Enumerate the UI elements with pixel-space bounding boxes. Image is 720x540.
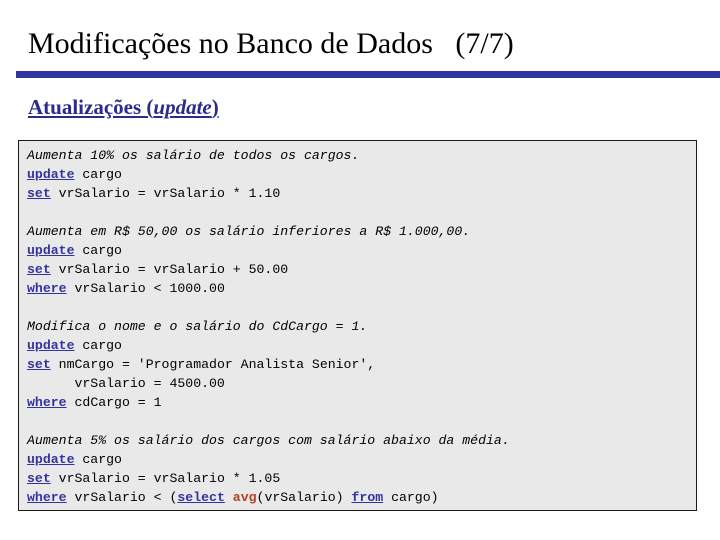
sql-text: cdCargo = 1 xyxy=(66,395,162,410)
sql-keyword: update xyxy=(27,338,75,353)
sql-keyword: where xyxy=(27,281,67,296)
sql-text: vrSalario = vrSalario * 1.10 xyxy=(50,186,281,201)
sql-keyword: where xyxy=(27,395,67,410)
sql-text: vrSalario < ( xyxy=(66,490,178,505)
page-title: Modificações no Banco de Dados (7/7) xyxy=(28,27,514,60)
sql-text: cargo xyxy=(74,452,122,467)
sql-code-line: update cargo xyxy=(27,450,696,469)
sql-comment-line: Aumenta 10% os salário de todos os cargo… xyxy=(27,148,360,163)
sql-code-panel: Aumenta 10% os salário de todos os cargo… xyxy=(18,140,697,511)
subtitle-tail-text: ) xyxy=(211,95,219,119)
sql-code-line: vrSalario = 4500.00 xyxy=(27,374,696,393)
sql-text: (vrSalario) xyxy=(256,490,352,505)
sql-comment-line: Aumenta em R$ 50,00 os salário inferiore… xyxy=(27,224,471,239)
sql-keyword: update xyxy=(27,243,75,258)
sql-keyword: set xyxy=(27,262,51,277)
sql-keyword: from xyxy=(351,490,384,505)
sql-code-line: where cdCargo = 1 xyxy=(27,393,696,412)
sql-text: cargo xyxy=(74,167,122,182)
sql-code-line: update cargo xyxy=(27,165,696,184)
sql-text: nmCargo = 'Programador Analista Senior', xyxy=(50,357,376,372)
sql-code-line: update cargo xyxy=(27,241,696,260)
sql-keyword: set xyxy=(27,357,51,372)
sql-code-line: where vrSalario < (select avg(vrSalario)… xyxy=(27,488,696,507)
sql-statement-block: Aumenta 5% os salário dos cargos com sal… xyxy=(27,431,696,507)
subtitle-text: Atualizações ( xyxy=(28,95,154,119)
sql-code-line: update cargo xyxy=(27,336,696,355)
sql-text: vrSalario < 1000.00 xyxy=(66,281,225,296)
sql-text: vrSalario = vrSalario * 1.05 xyxy=(50,471,281,486)
sql-code-line: where vrSalario < 1000.00 xyxy=(27,279,696,298)
sql-text: cargo) xyxy=(383,490,439,505)
sql-keyword: where xyxy=(27,490,67,505)
sql-statement-block: Aumenta em R$ 50,00 os salário inferiore… xyxy=(27,222,696,298)
sql-comment-line: Aumenta 5% os salário dos cargos com sal… xyxy=(27,433,510,448)
sql-code-line: set vrSalario = vrSalario * 1.10 xyxy=(27,184,696,203)
sql-code-line: set nmCargo = 'Programador Analista Seni… xyxy=(27,355,696,374)
sql-code-line: set vrSalario = vrSalario * 1.05 xyxy=(27,469,696,488)
sql-keyword: select xyxy=(177,490,225,505)
sql-text: vrSalario = 4500.00 xyxy=(27,376,225,391)
subtitle-italic-text: update xyxy=(153,95,212,119)
sql-text: cargo xyxy=(74,338,122,353)
sql-text: vrSalario = vrSalario + 50.00 xyxy=(50,262,289,277)
sql-statement-block: Aumenta 10% os salário de todos os cargo… xyxy=(27,146,696,203)
section-subtitle: Atualizações (update) xyxy=(28,95,219,120)
sql-code-line: set vrSalario = vrSalario + 50.00 xyxy=(27,260,696,279)
sql-statement-block: Modifica o nome e o salário do CdCargo =… xyxy=(27,317,696,412)
title-divider xyxy=(16,71,720,78)
sql-keyword: set xyxy=(27,471,51,486)
sql-code-body: Aumenta 10% os salário de todos os cargo… xyxy=(19,141,696,507)
sql-text: cargo xyxy=(74,243,122,258)
sql-comment-line: Modifica o nome e o salário do CdCargo =… xyxy=(27,319,368,334)
sql-function: avg xyxy=(232,490,257,505)
sql-keyword: update xyxy=(27,167,75,182)
sql-keyword: set xyxy=(27,186,51,201)
sql-keyword: update xyxy=(27,452,75,467)
